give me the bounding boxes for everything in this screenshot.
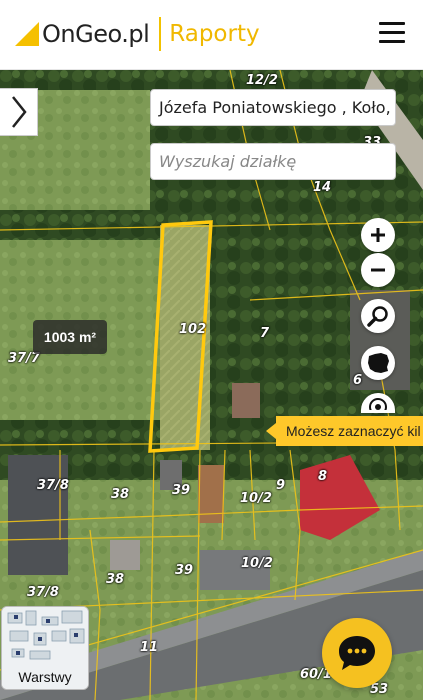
parcel-label: 38 xyxy=(111,487,130,502)
plus-icon xyxy=(371,228,385,242)
parcel-label: 38 xyxy=(106,572,125,587)
chat-bubble-icon xyxy=(339,636,375,670)
parcel-label: 12/2 xyxy=(246,73,278,88)
parcel-label: 7 xyxy=(260,326,270,341)
poland-map-icon xyxy=(368,353,389,373)
app-header: OnGeo.pl Raporty xyxy=(0,0,423,70)
parcel-label: 10/2 xyxy=(241,556,273,571)
parcel-label: 11 xyxy=(140,640,159,655)
layers-label: Warstwy xyxy=(18,669,72,685)
country-view-button[interactable] xyxy=(361,346,395,380)
parcel-label: 37/8 xyxy=(37,478,69,493)
parcel-label: 37/8 xyxy=(27,585,59,600)
tooltip-arrow xyxy=(266,423,276,439)
parcel-label: 39 xyxy=(172,483,191,498)
parcel-label: 10/2 xyxy=(240,491,272,506)
zoom-out-button[interactable] xyxy=(361,253,395,287)
logo-divider xyxy=(159,17,162,51)
parcel-label: 14 xyxy=(313,180,332,195)
address-input[interactable]: Józefa Poniatowskiego , Koło, g xyxy=(150,89,396,126)
area-badge: 1003 m² xyxy=(33,320,107,354)
chat-button[interactable] xyxy=(322,618,392,688)
parcel-label: 6 xyxy=(353,373,363,388)
tape-measure-icon xyxy=(369,398,387,410)
map-search-button[interactable] xyxy=(361,299,395,333)
parcel-search-input[interactable]: Wyszukaj działkę xyxy=(150,143,396,180)
menu-hamburger-icon[interactable] xyxy=(379,22,405,44)
magnifier-icon xyxy=(367,306,388,327)
parcel-label: 102 xyxy=(179,322,207,337)
section-title: Raporty xyxy=(169,21,260,47)
hint-tooltip: Możesz zaznaczyć kil xyxy=(276,416,423,446)
brand-name: OnGeo.pl xyxy=(42,20,150,48)
logo-triangle-icon xyxy=(15,22,39,46)
chevron-right-icon xyxy=(11,96,27,128)
layers-button[interactable]: Warstwy xyxy=(1,606,89,690)
panel-toggle-button[interactable] xyxy=(0,88,38,136)
brand-logo[interactable]: OnGeo.pl Raporty xyxy=(15,17,260,51)
minus-icon xyxy=(371,268,385,272)
parcel-label: 39 xyxy=(175,563,194,578)
parcel-label: 9 xyxy=(276,478,286,493)
zoom-in-button[interactable] xyxy=(361,218,395,252)
parcel-label: 8 xyxy=(318,469,328,484)
